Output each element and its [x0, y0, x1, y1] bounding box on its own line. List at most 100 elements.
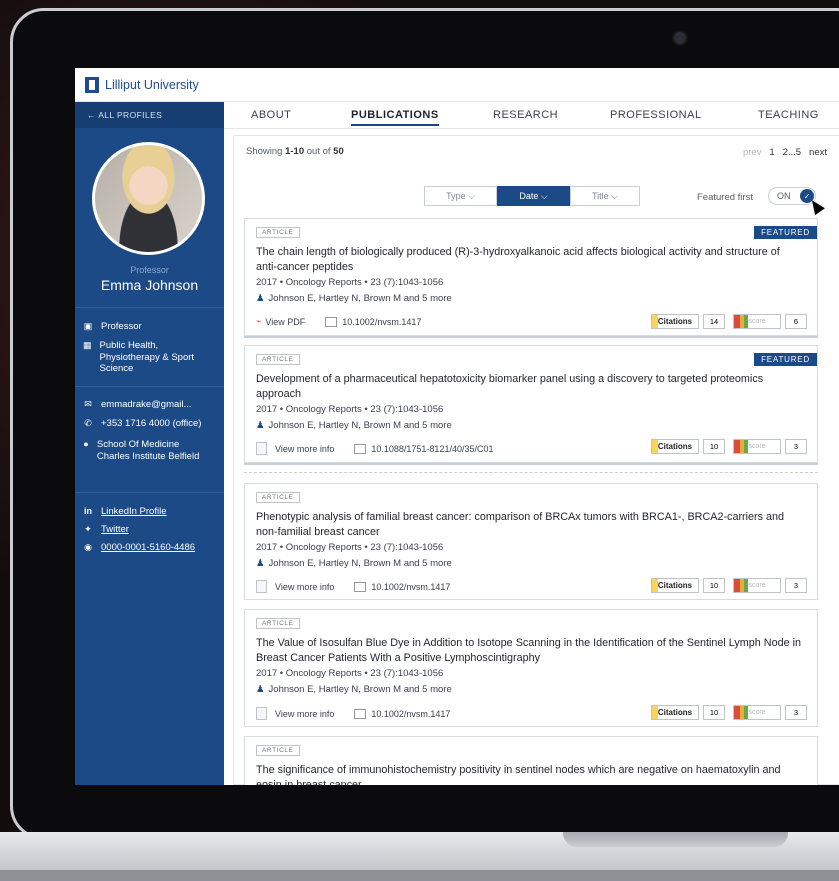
- publications-panel: Showing 1-10 out of 50 prev 1 2...5 next…: [233, 135, 839, 785]
- publication-card[interactable]: ARTICLE FEATURED Development of a pharma…: [244, 345, 818, 463]
- sort-date-button[interactable]: Date ⌵: [497, 186, 570, 206]
- info-position: ▣ Professor: [83, 321, 142, 333]
- doi-link[interactable]: 10.1002/nvsm.1417: [371, 709, 450, 719]
- sidebar-divider: [75, 386, 224, 387]
- info-department: ▦ Public Health, Physiotherapy & Sport S…: [83, 340, 213, 375]
- doi-link[interactable]: 10.1002/nvsm.1417: [342, 317, 421, 327]
- pager-page-2[interactable]: 2...5: [783, 147, 802, 158]
- university-logo-icon[interactable]: [85, 76, 99, 93]
- article-tag: ARTICLE: [256, 492, 300, 503]
- twitter-icon: ✦: [84, 524, 92, 534]
- linkedin-link[interactable]: in LinkedIn Profile: [83, 506, 166, 518]
- university-name[interactable]: Lilliput University: [105, 78, 199, 92]
- doi-link[interactable]: 10.1002/nvsm.1417: [371, 582, 450, 592]
- publication-meta: 2017 • Oncology Reports • 23 (7):1043-10…: [256, 542, 444, 553]
- pager-next[interactable]: next: [809, 147, 827, 158]
- sidebar-divider: [75, 492, 224, 493]
- person-icon: ♟: [256, 420, 265, 431]
- publication-footer: View more info 10.1088/1751-8121/40/35/C…: [256, 442, 493, 455]
- altmetric-badge[interactable]: score: [733, 578, 781, 593]
- authors-text: Johnson E, Hartley N, Brown M and 5 more: [268, 558, 452, 569]
- info-email[interactable]: ✉ emmadrake@gmail...: [83, 399, 191, 411]
- results-range: 1-10: [285, 146, 305, 157]
- view-more-info-link[interactable]: View more info: [275, 444, 334, 454]
- publication-authors: ♟ Johnson E, Hartley N, Brown M and 5 mor…: [256, 684, 452, 695]
- citations-badge[interactable]: Citations: [651, 314, 699, 329]
- info-email-text[interactable]: emmadrake@gmail...: [101, 399, 191, 411]
- person-icon: ♟: [256, 293, 265, 304]
- metrics: Citations 14 score 6: [651, 314, 807, 329]
- publication-footer: ⌁ View PDF 10.1002/nvsm.1417: [256, 316, 421, 327]
- email-icon: ✉: [84, 399, 92, 409]
- doi-icon: [325, 316, 338, 327]
- all-profiles-link[interactable]: ← ALL PROFILES: [75, 102, 224, 128]
- citations-count: 10: [703, 439, 725, 454]
- avatar: [92, 142, 205, 255]
- altmetric-badge[interactable]: score: [733, 705, 781, 720]
- view-more-info-link[interactable]: View more info: [275, 582, 334, 592]
- publication-card[interactable]: ARTICLE The significance of immunohistoc…: [244, 736, 818, 785]
- publication-title[interactable]: Development of a pharmaceutical hepatoto…: [256, 372, 803, 402]
- sidebar-divider: [75, 307, 224, 308]
- pager-prev[interactable]: prev: [743, 147, 761, 158]
- tab-about[interactable]: ABOUT: [251, 109, 291, 121]
- browser-screen: Lilliput University ← ALL PROFILES Profe…: [75, 68, 839, 785]
- publication-title[interactable]: The Value of Isosulfan Blue Dye in Addit…: [256, 636, 803, 666]
- publication-card[interactable]: ARTICLE Phenotypic analysis of familial …: [244, 483, 818, 600]
- tab-teaching[interactable]: TEACHING: [758, 109, 819, 121]
- sort-bar: Type ⌵ Date ⌵ Title ⌵: [424, 186, 640, 206]
- info-position-text: Professor: [101, 321, 142, 332]
- orcid-link[interactable]: ◉ 0000-0001-5160-4486: [83, 542, 195, 554]
- altmetric-score: 3: [785, 578, 807, 593]
- altmetric-badge[interactable]: score: [733, 439, 781, 454]
- publication-meta: 2017 • Oncology Reports • 23 (7):1043-10…: [256, 668, 444, 679]
- publication-title[interactable]: The chain length of biologically produce…: [256, 245, 803, 275]
- publication-title[interactable]: The significance of immunohistochemistry…: [256, 763, 803, 785]
- top-bar: Lilliput University: [75, 68, 839, 102]
- doi-icon: [354, 581, 367, 592]
- view-pdf-link[interactable]: View PDF: [265, 317, 305, 327]
- view-more-info-link[interactable]: View more info: [275, 709, 334, 719]
- tab-professional[interactable]: PROFESSIONAL: [610, 109, 702, 121]
- profile-role: Professor: [130, 265, 169, 275]
- building-icon: ▦: [83, 340, 92, 350]
- linkedin-link-text[interactable]: LinkedIn Profile: [101, 506, 166, 518]
- publication-title[interactable]: Phenotypic analysis of familial breast c…: [256, 510, 803, 540]
- twitter-link-text[interactable]: Twitter: [101, 524, 129, 536]
- altmetric-score: 6: [785, 314, 807, 329]
- tab-publications[interactable]: PUBLICATIONS: [351, 109, 439, 126]
- metrics: Citations 10 score 3: [651, 705, 807, 720]
- webcam: [674, 32, 686, 44]
- laptop-base: [0, 832, 839, 881]
- profile-sidebar: ← ALL PROFILES Professor Emma Johnson ▣ …: [75, 102, 224, 785]
- sort-title-button[interactable]: Title ⌵: [570, 186, 640, 206]
- info-phone-text[interactable]: +353 1716 4000 (office): [101, 418, 201, 430]
- publication-authors: ♟ Johnson E, Hartley N, Brown M and 5 mor…: [256, 420, 452, 431]
- twitter-link[interactable]: ✦ Twitter: [83, 524, 129, 536]
- citations-badge[interactable]: Citations: [651, 578, 699, 593]
- pagination: prev 1 2...5 next: [743, 147, 827, 158]
- citations-badge[interactable]: Citations: [651, 705, 699, 720]
- tab-research[interactable]: RESEARCH: [493, 109, 558, 121]
- citations-badge[interactable]: Citations: [651, 439, 699, 454]
- info-address-text: School Of Medicine Charles Institute Bel…: [96, 439, 200, 462]
- featured-divider: [244, 472, 818, 473]
- citations-count: 14: [703, 314, 725, 329]
- orcid-link-text[interactable]: 0000-0001-5160-4486: [101, 542, 195, 554]
- sort-type-button[interactable]: Type ⌵: [424, 186, 497, 206]
- publication-footer: View more info 10.1002/nvsm.1417: [256, 707, 450, 720]
- publication-card[interactable]: ARTICLE The Value of Isosulfan Blue Dye …: [244, 609, 818, 727]
- laptop-edge: [0, 870, 839, 881]
- pdf-icon: ⌁: [256, 316, 262, 326]
- altmetric-badge[interactable]: score: [733, 314, 781, 329]
- results-total: 50: [333, 146, 344, 157]
- doi-link[interactable]: 10.1088/1751-8121/40/35/C01: [371, 444, 493, 454]
- altmetric-score: 3: [785, 705, 807, 720]
- document-icon: [256, 442, 267, 455]
- location-icon: ●: [83, 439, 89, 449]
- doi-icon: [354, 443, 367, 454]
- publication-card[interactable]: ARTICLE FEATURED The chain length of bio…: [244, 218, 818, 336]
- pager-page-1[interactable]: 1: [769, 147, 774, 158]
- publication-footer: View more info 10.1002/nvsm.1417: [256, 580, 450, 593]
- info-phone[interactable]: ✆ +353 1716 4000 (office): [83, 418, 201, 430]
